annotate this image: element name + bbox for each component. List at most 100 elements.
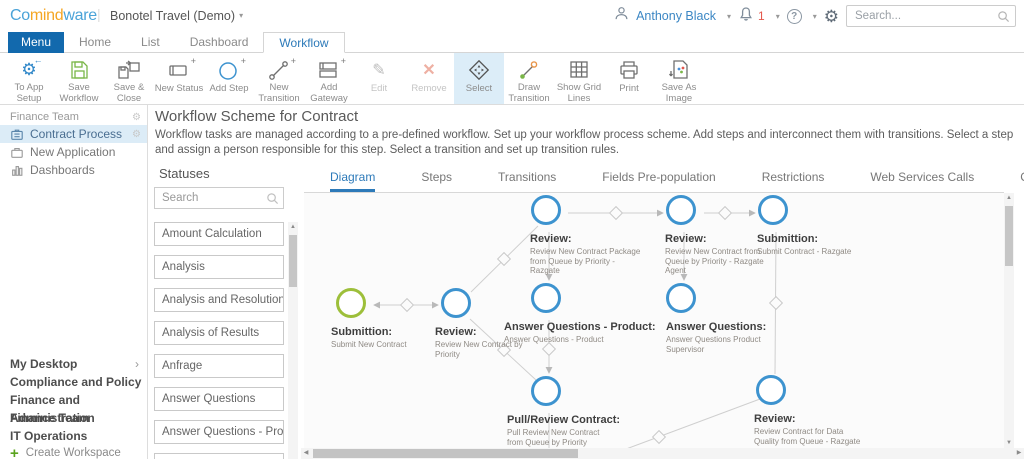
statuses-scrollbar[interactable]: ▲ ▼ (288, 222, 298, 459)
scroll-up-icon[interactable]: ▲ (1004, 193, 1014, 203)
menu-button[interactable]: Menu (8, 32, 65, 53)
transition-icon: + (267, 56, 296, 81)
scroll-down-icon[interactable]: ▼ (1004, 438, 1014, 448)
scroll-up-icon[interactable]: ▲ (288, 222, 298, 232)
workflow-step-node[interactable] (531, 376, 561, 406)
tab-fields-pre-population[interactable]: Fields Pre-population (602, 170, 715, 192)
chevron-down-icon[interactable]: ▾ (727, 12, 731, 21)
printer-icon (618, 58, 640, 82)
scroll-right-icon[interactable]: ▶ (1014, 448, 1024, 459)
workflow-step-node[interactable] (758, 195, 788, 225)
save-close-icon (116, 58, 142, 81)
gear-icon[interactable]: ⚙ (132, 112, 141, 123)
tab-custom-notifications[interactable]: Custom Notifications (1020, 170, 1024, 192)
workspace-selector[interactable]: Bonotel Travel (Demo) ▾ (110, 9, 243, 23)
sidebar-item-new-application[interactable]: New Application (0, 143, 147, 161)
sidebar-item-contract-process[interactable]: Contract Process ⚙ (0, 125, 147, 143)
show-grid-lines-button[interactable]: Show Grid Lines (554, 53, 604, 104)
status-item[interactable]: Analysis of Results (154, 321, 284, 345)
scroll-left-icon[interactable]: ◀ (301, 448, 311, 459)
new-transition-button[interactable]: + New Transition (254, 53, 304, 104)
diagram-hscrollbar[interactable]: ◀ ▶ (301, 448, 1024, 459)
nav-tab-home[interactable]: Home (64, 32, 126, 53)
sidebar-item-dashboards[interactable]: Dashboards (0, 161, 147, 179)
workflow-step-node[interactable] (531, 195, 561, 225)
tab-web-services-calls[interactable]: Web Services Calls (870, 170, 974, 192)
statuses-search-input[interactable] (155, 188, 283, 208)
status-item[interactable]: Amount Calculation (154, 222, 284, 246)
gear-icon[interactable]: ⚙ (132, 129, 141, 140)
search-icon (997, 10, 1010, 28)
node-label: Submittion: Submit Contract - Razgate (757, 233, 852, 256)
draw-transition-button[interactable]: Draw Transition (504, 53, 554, 104)
chevron-down-icon[interactable]: ▾ (813, 12, 817, 21)
workflow-step-node[interactable] (336, 288, 366, 318)
chevron-down-icon: ▾ (239, 11, 244, 20)
print-button[interactable]: Print (604, 53, 654, 104)
global-search-input[interactable] (847, 6, 1015, 26)
new-status-button[interactable]: + New Status (154, 53, 204, 104)
to-app-setup-button[interactable]: ⚙ ← To App Setup (4, 53, 54, 104)
workflow-step-node[interactable] (756, 375, 786, 405)
notification-count[interactable]: 1 (758, 9, 765, 23)
nav-tab-dashboard[interactable]: Dashboard (175, 32, 264, 53)
workflow-step-node[interactable] (531, 283, 561, 313)
node-label: Submittion: Submit New Contract (331, 326, 407, 349)
gateway-diamond (768, 295, 784, 311)
user-menu[interactable]: Anthony Black (636, 9, 716, 23)
status-item-partial[interactable] (154, 453, 284, 459)
app-icon (10, 128, 24, 141)
gateway-diamond (399, 297, 415, 313)
plus-icon: + (10, 444, 19, 459)
tab-transitions[interactable]: Transitions (498, 170, 556, 192)
tab-restrictions[interactable]: Restrictions (762, 170, 825, 192)
status-item[interactable]: Answer Questions - Product (154, 420, 284, 444)
scrollbar-thumb[interactable] (289, 235, 297, 287)
briefcase-icon (10, 146, 24, 159)
nav-tab-workflow[interactable]: Workflow (263, 32, 345, 53)
tab-steps[interactable]: Steps (421, 170, 452, 192)
scrollbar-thumb[interactable] (1005, 206, 1013, 266)
create-workspace-button[interactable]: + Create Workspace (10, 444, 121, 459)
search-icon (266, 192, 279, 210)
workspace-finance-team[interactable]: Finance Team (0, 409, 147, 427)
edit-button[interactable]: ✎ Edit (354, 53, 404, 104)
workspace-my-desktop[interactable]: My Desktop › (0, 355, 147, 373)
status-item[interactable]: Analysis (154, 255, 284, 279)
add-step-button[interactable]: + Add Step (204, 53, 254, 104)
workspace-it-operations[interactable]: IT Operations (0, 427, 147, 445)
topbar: Comindware | Bonotel Travel (Demo) ▾ Anth… (0, 0, 1024, 32)
workspace-compliance-and-policy[interactable]: Compliance and Policy (0, 373, 147, 391)
comindware-logo: Comindware (10, 7, 97, 24)
comindware-app: Comindware | Bonotel Travel (Demo) ▾ Anth… (0, 0, 1024, 459)
help-icon[interactable]: ? (786, 8, 802, 24)
save-and-close-button[interactable]: Save & Close (104, 53, 154, 104)
divider: | (97, 6, 101, 22)
workflow-step-node[interactable] (666, 283, 696, 313)
node-label: Answer Questions - Product: Answer Questi… (504, 321, 656, 344)
workflow-diagram-canvas[interactable]: Review: Review New Contract Package from … (304, 193, 1004, 448)
status-item[interactable]: Anfrage (154, 354, 284, 378)
workflow-step-node[interactable] (666, 195, 696, 225)
scrollbar-thumb[interactable] (313, 449, 578, 458)
remove-x-icon: ✕ (422, 62, 436, 79)
settings-gear-icon[interactable]: ⚙ (824, 8, 839, 25)
add-gateway-button[interactable]: + Add Gateway (304, 53, 354, 104)
select-tool-button[interactable]: Select (454, 53, 504, 104)
tab-diagram[interactable]: Diagram (330, 170, 376, 192)
save-workflow-button[interactable]: Save Workflow (54, 53, 104, 104)
notifications-bell-icon[interactable] (738, 6, 754, 27)
workflow-step-node[interactable] (441, 288, 471, 318)
remove-button[interactable]: ✕ Remove (404, 53, 454, 104)
status-item[interactable]: Answer Questions (154, 387, 284, 411)
diagram-vscrollbar[interactable]: ▲ ▼ (1004, 193, 1014, 448)
chevron-down-icon[interactable]: ▾ (776, 12, 780, 21)
workspace-finance-and-administration[interactable]: Finance and Administration (0, 391, 147, 425)
save-as-image-button[interactable]: Save As Image (654, 53, 704, 104)
global-search (846, 5, 1016, 27)
draw-transition-icon (517, 58, 541, 81)
pencil-icon: ✎ (372, 62, 386, 79)
nav-tab-list[interactable]: List (126, 32, 175, 53)
status-item[interactable]: Analysis and Resolution of ... (154, 288, 284, 312)
sidebar-workspace-header[interactable]: Finance Team ⚙ (0, 109, 147, 125)
